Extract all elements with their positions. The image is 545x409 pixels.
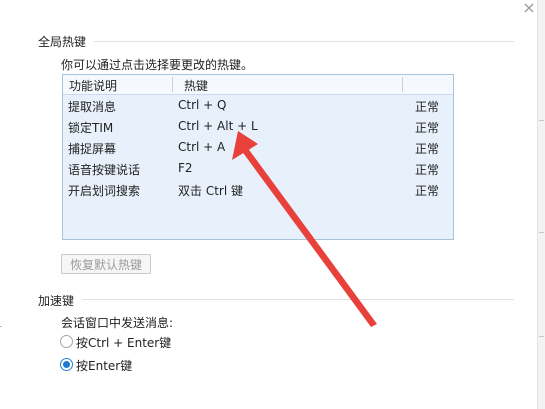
radio-enter[interactable] — [60, 358, 73, 371]
row-status: 正常 — [415, 184, 440, 198]
column-divider — [172, 77, 173, 92]
column-divider — [402, 77, 403, 92]
table-row[interactable]: 锁定TIM Ctrl + Alt + L 正常 — [63, 116, 453, 137]
row-status: 正常 — [415, 100, 440, 114]
radio-label-enter[interactable]: 按Enter键 — [76, 357, 132, 374]
row-status: 正常 — [415, 121, 440, 135]
scrollbar-strip — [537, 0, 545, 409]
table-row[interactable]: 语音按键说话 F2 正常 — [63, 158, 453, 179]
send-message-label: 会话窗口中发送消息: — [61, 316, 174, 330]
table-row[interactable]: 提取消息 Ctrl + Q 正常 — [63, 95, 453, 116]
row-function: 锁定TIM — [68, 121, 114, 135]
row-hotkey: Ctrl + Q — [178, 98, 227, 112]
table-row[interactable]: 捕捉屏幕 Ctrl + A 正常 — [63, 137, 453, 158]
section-title-accelerator: 加速键 — [38, 294, 75, 308]
row-status: 正常 — [415, 142, 440, 156]
row-function: 提取消息 — [68, 100, 117, 114]
row-hotkey: Ctrl + Alt + L — [178, 119, 258, 133]
radio-label-ctrl-enter[interactable]: 按Ctrl + Enter键 — [76, 334, 171, 351]
row-hotkey: F2 — [178, 161, 193, 175]
edge-tick — [0, 326, 2, 327]
row-function: 捕捉屏幕 — [68, 142, 117, 156]
row-status: 正常 — [415, 163, 440, 177]
row-function: 语音按键说话 — [68, 163, 141, 177]
row-function: 开启划词搜索 — [68, 184, 141, 198]
column-header-hotkey[interactable]: 热键 — [184, 77, 208, 94]
radio-ctrl-enter[interactable] — [60, 335, 73, 348]
close-icon[interactable]: × — [521, 0, 537, 16]
row-hotkey: 双击 Ctrl 键 — [178, 184, 243, 198]
column-header-function[interactable]: 功能说明 — [69, 77, 117, 94]
section-divider — [82, 299, 514, 300]
hotkey-hint: 你可以通过点击选择要更改的热键。 — [61, 58, 254, 72]
table-header: 功能说明 热键 — [63, 75, 453, 95]
strip-tick — [539, 120, 544, 121]
table-row[interactable]: 开启划词搜索 双击 Ctrl 键 正常 — [63, 179, 453, 200]
restore-default-hotkeys-button[interactable]: 恢复默认热键 — [61, 254, 151, 274]
section-divider — [94, 41, 514, 42]
row-hotkey: Ctrl + A — [178, 140, 226, 154]
section-title-global-hotkeys: 全局热键 — [38, 35, 87, 49]
hotkey-table: 功能说明 热键 提取消息 Ctrl + Q 正常 锁定TIM Ctrl + Al… — [62, 74, 454, 240]
radio-selected-dot — [63, 361, 70, 368]
strip-tick — [539, 336, 544, 337]
strip-tick — [539, 232, 544, 233]
